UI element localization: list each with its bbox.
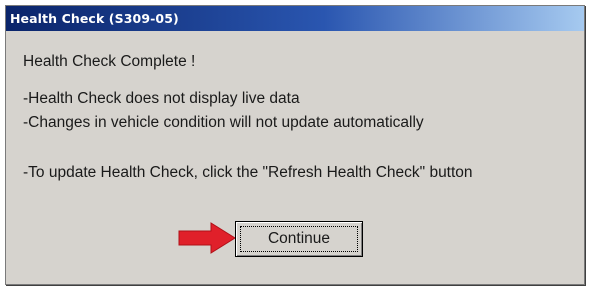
continue-button-label: Continue [240, 226, 358, 252]
note-live-data: -Health Check does not display live data [23, 90, 300, 107]
continue-button[interactable]: Continue [235, 221, 363, 257]
dialog-title-bar[interactable]: Health Check (S309-05) [6, 6, 584, 31]
note-vehicle-condition: -Changes in vehicle condition will not u… [23, 114, 424, 131]
dialog-title: Health Check (S309-05) [10, 11, 179, 26]
red-right-arrow-icon [178, 222, 236, 254]
health-check-dialog: Health Check (S309-05) Health Check Comp… [5, 5, 585, 285]
completion-heading: Health Check Complete ! [23, 53, 196, 70]
dialog-content: Health Check Complete ! -Health Check do… [6, 32, 584, 284]
note-refresh-instruction: -To update Health Check, click the "Refr… [23, 164, 473, 181]
